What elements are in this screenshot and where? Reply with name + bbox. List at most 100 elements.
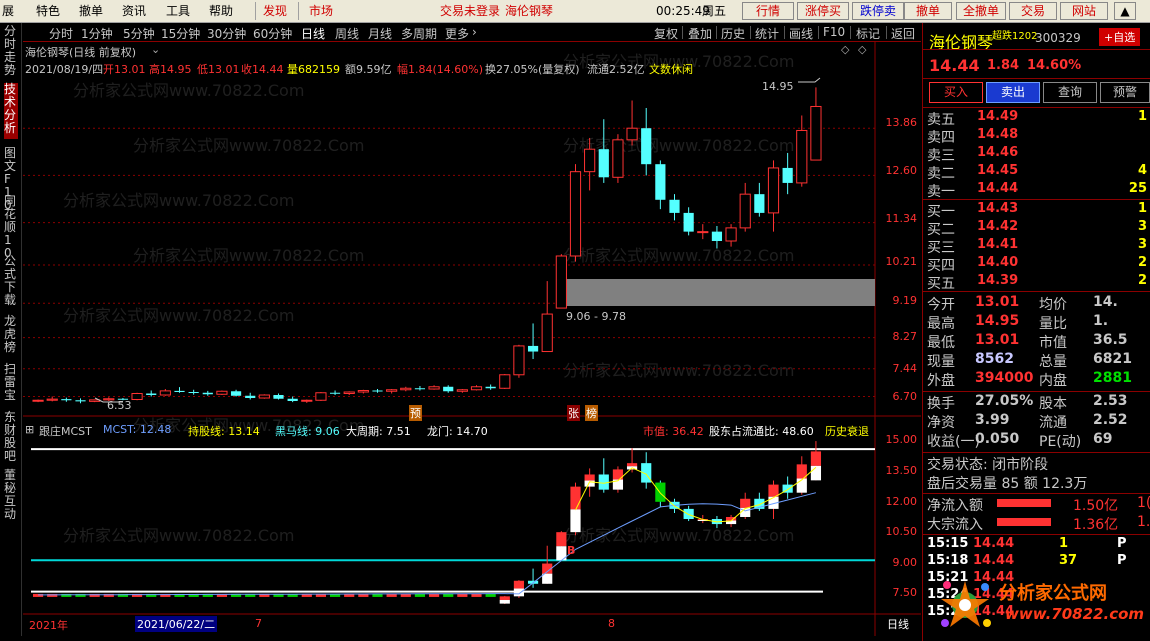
- cancel-all-button[interactable]: 全撤单: [956, 2, 1006, 20]
- chart-area[interactable]: 分析家公式网www.70822.Com 分析家公式网www.70822.Com …: [23, 42, 921, 636]
- tab-formula-download[interactable]: 公式下载: [4, 255, 18, 311]
- stock-code: 300329: [1035, 31, 1081, 45]
- stats-value: 14.95: [975, 313, 1020, 329]
- tab-ths10[interactable]: 同花顺10: [4, 195, 18, 260]
- toolbar-f10[interactable]: F10: [823, 25, 845, 39]
- date-axis-period[interactable]: 日线: [887, 616, 909, 632]
- period-weekly[interactable]: 周线: [335, 25, 359, 42]
- indicator-expand-icon[interactable]: ⊞: [25, 423, 34, 436]
- bids-row[interactable]: 买三 14.41 3: [923, 237, 1150, 256]
- candle-body-down: [641, 128, 652, 165]
- bids-row[interactable]: 买四 14.40 2: [923, 255, 1150, 274]
- logo-title: 分析家公式网: [999, 583, 1107, 604]
- website-button[interactable]: 网站: [1060, 2, 1108, 20]
- dragon-list-tag[interactable]: 榜: [585, 405, 598, 421]
- quote-panel: 海伦钢琴 超跌1202 300329 +自选 14.44 1.84 14.60%…: [922, 23, 1150, 641]
- price-axis-label: 7.44: [892, 362, 918, 375]
- period-5min[interactable]: 5分钟: [123, 25, 155, 42]
- toolbar-history[interactable]: 历史: [721, 25, 745, 42]
- sell-button[interactable]: 卖出: [986, 82, 1040, 103]
- bids-row[interactable]: 买一 14.43 1: [923, 201, 1150, 220]
- asks-row[interactable]: 卖一 14.44 25: [923, 181, 1150, 200]
- period-monthly[interactable]: 月线: [368, 25, 392, 42]
- menu-item-expand[interactable]: 展: [2, 4, 14, 18]
- tab-dragon-tiger[interactable]: 龙虎榜: [4, 315, 18, 359]
- toolbar-separator: [750, 26, 751, 39]
- bids-volume: 1: [1137, 201, 1147, 216]
- menu-item-features[interactable]: 特色: [36, 4, 60, 18]
- toolbar-adjust[interactable]: 复权: [654, 25, 678, 42]
- period-daily[interactable]: 日线: [301, 25, 325, 42]
- kline-chart[interactable]: [23, 42, 921, 636]
- toolbar-stats[interactable]: 统计: [755, 25, 779, 42]
- dropdown-icon[interactable]: ⌄: [151, 43, 160, 56]
- forecast-tag[interactable]: 预: [409, 405, 422, 421]
- period-1min[interactable]: 1分钟: [81, 25, 113, 42]
- limit-up-tag[interactable]: 张: [567, 405, 580, 421]
- tab-secretary[interactable]: 董秘互动: [4, 469, 18, 523]
- tab-minesweeper[interactable]: 扫雷宝: [4, 363, 18, 405]
- stats-label: 现量: [927, 354, 955, 370]
- query-button[interactable]: 查询: [1043, 82, 1097, 103]
- period-30min[interactable]: 30分钟: [207, 25, 246, 42]
- menu-item-market[interactable]: 市场: [309, 4, 333, 18]
- period-multi[interactable]: 多周期: [401, 25, 437, 42]
- asks-row[interactable]: 卖二 14.45 4: [923, 163, 1150, 182]
- asks-row[interactable]: 卖三 14.46: [923, 145, 1150, 164]
- quotes-button[interactable]: 行情: [742, 2, 794, 20]
- hold-line-curve: [575, 467, 817, 523]
- high-price-label: 14.95: [762, 80, 794, 93]
- trade-button[interactable]: 交易: [1009, 2, 1057, 20]
- candle-body-up: [258, 394, 270, 399]
- more-arrow-icon[interactable]: ›: [472, 25, 477, 39]
- period-intraday[interactable]: 分时: [49, 25, 73, 42]
- bids-row[interactable]: 买二 14.42 3: [923, 219, 1150, 238]
- asks-level: 卖五: [927, 112, 955, 128]
- asks-row[interactable]: 卖四 14.48: [923, 127, 1150, 146]
- block-inflow-bar: [997, 518, 1051, 526]
- asks-row[interactable]: 卖五 14.49 1: [923, 109, 1150, 128]
- period-more[interactable]: 更多: [445, 25, 469, 42]
- period-15min[interactable]: 15分钟: [161, 25, 200, 42]
- buy-button[interactable]: 买入: [929, 82, 983, 103]
- candle-body-up: [541, 313, 553, 353]
- collapse-icon[interactable]: ▲: [1114, 2, 1136, 20]
- indicator-base-bar: [471, 593, 482, 597]
- clock-weekday: 周五: [702, 4, 727, 18]
- menu-item-discover[interactable]: 发现: [263, 4, 287, 18]
- menu-item-tools[interactable]: 工具: [166, 4, 190, 18]
- diamond-icon[interactable]: ◇: [841, 43, 849, 56]
- tab-guba[interactable]: 东财股吧: [4, 411, 18, 465]
- indicator-cycle: 大周期: 7.51: [346, 425, 411, 438]
- period-60min[interactable]: 60分钟: [253, 25, 292, 42]
- menu-item-help[interactable]: 帮助: [209, 4, 233, 18]
- net-inflow-extra: 1(: [1137, 495, 1150, 511]
- indicator-axis-label: 10.50: [885, 525, 918, 538]
- candle-body-down: [669, 199, 680, 213]
- bar-open: 开13.01: [103, 63, 146, 76]
- left-tab-bar: 分时走势 技术分析 图文F10 同花顺10 公式下载 龙虎榜 扫雷宝 东财股吧 …: [0, 23, 22, 636]
- login-status[interactable]: 交易未登录: [440, 4, 500, 18]
- toolbar-draw[interactable]: 画线: [789, 25, 813, 42]
- bids-row[interactable]: 买五 14.39 2: [923, 273, 1150, 292]
- bids-price: 14.39: [977, 273, 1019, 288]
- tab-technical-analysis[interactable]: 技术分析: [4, 83, 18, 139]
- stats2-label: 股本: [1039, 396, 1067, 412]
- limit-down-sell-button[interactable]: 跌停卖: [852, 2, 904, 20]
- cancel-order-button[interactable]: 撤单: [904, 2, 952, 20]
- toolbar-back[interactable]: 返回: [891, 25, 915, 42]
- add-watchlist-button[interactable]: +自选: [1099, 28, 1141, 46]
- tab-intraday[interactable]: 分时走势: [4, 25, 18, 79]
- limit-up-buy-button[interactable]: 涨停买: [797, 2, 849, 20]
- bar-volume: 量682159: [287, 63, 340, 76]
- toolbar-overlay[interactable]: 叠加: [688, 25, 712, 42]
- stats2-label: 流通: [1039, 415, 1067, 431]
- candle-body-up: [216, 390, 228, 395]
- indicator-name[interactable]: 跟庄MCST: [39, 423, 92, 439]
- alert-button[interactable]: 预警: [1100, 82, 1150, 103]
- menu-item-news[interactable]: 资讯: [122, 4, 146, 18]
- menu-item-cancel-order[interactable]: 撤单: [79, 4, 103, 18]
- toolbar-mark[interactable]: 标记: [856, 25, 880, 42]
- diamond-icon[interactable]: ◇: [858, 43, 866, 56]
- stock-tag: 超跌1202: [992, 31, 1038, 42]
